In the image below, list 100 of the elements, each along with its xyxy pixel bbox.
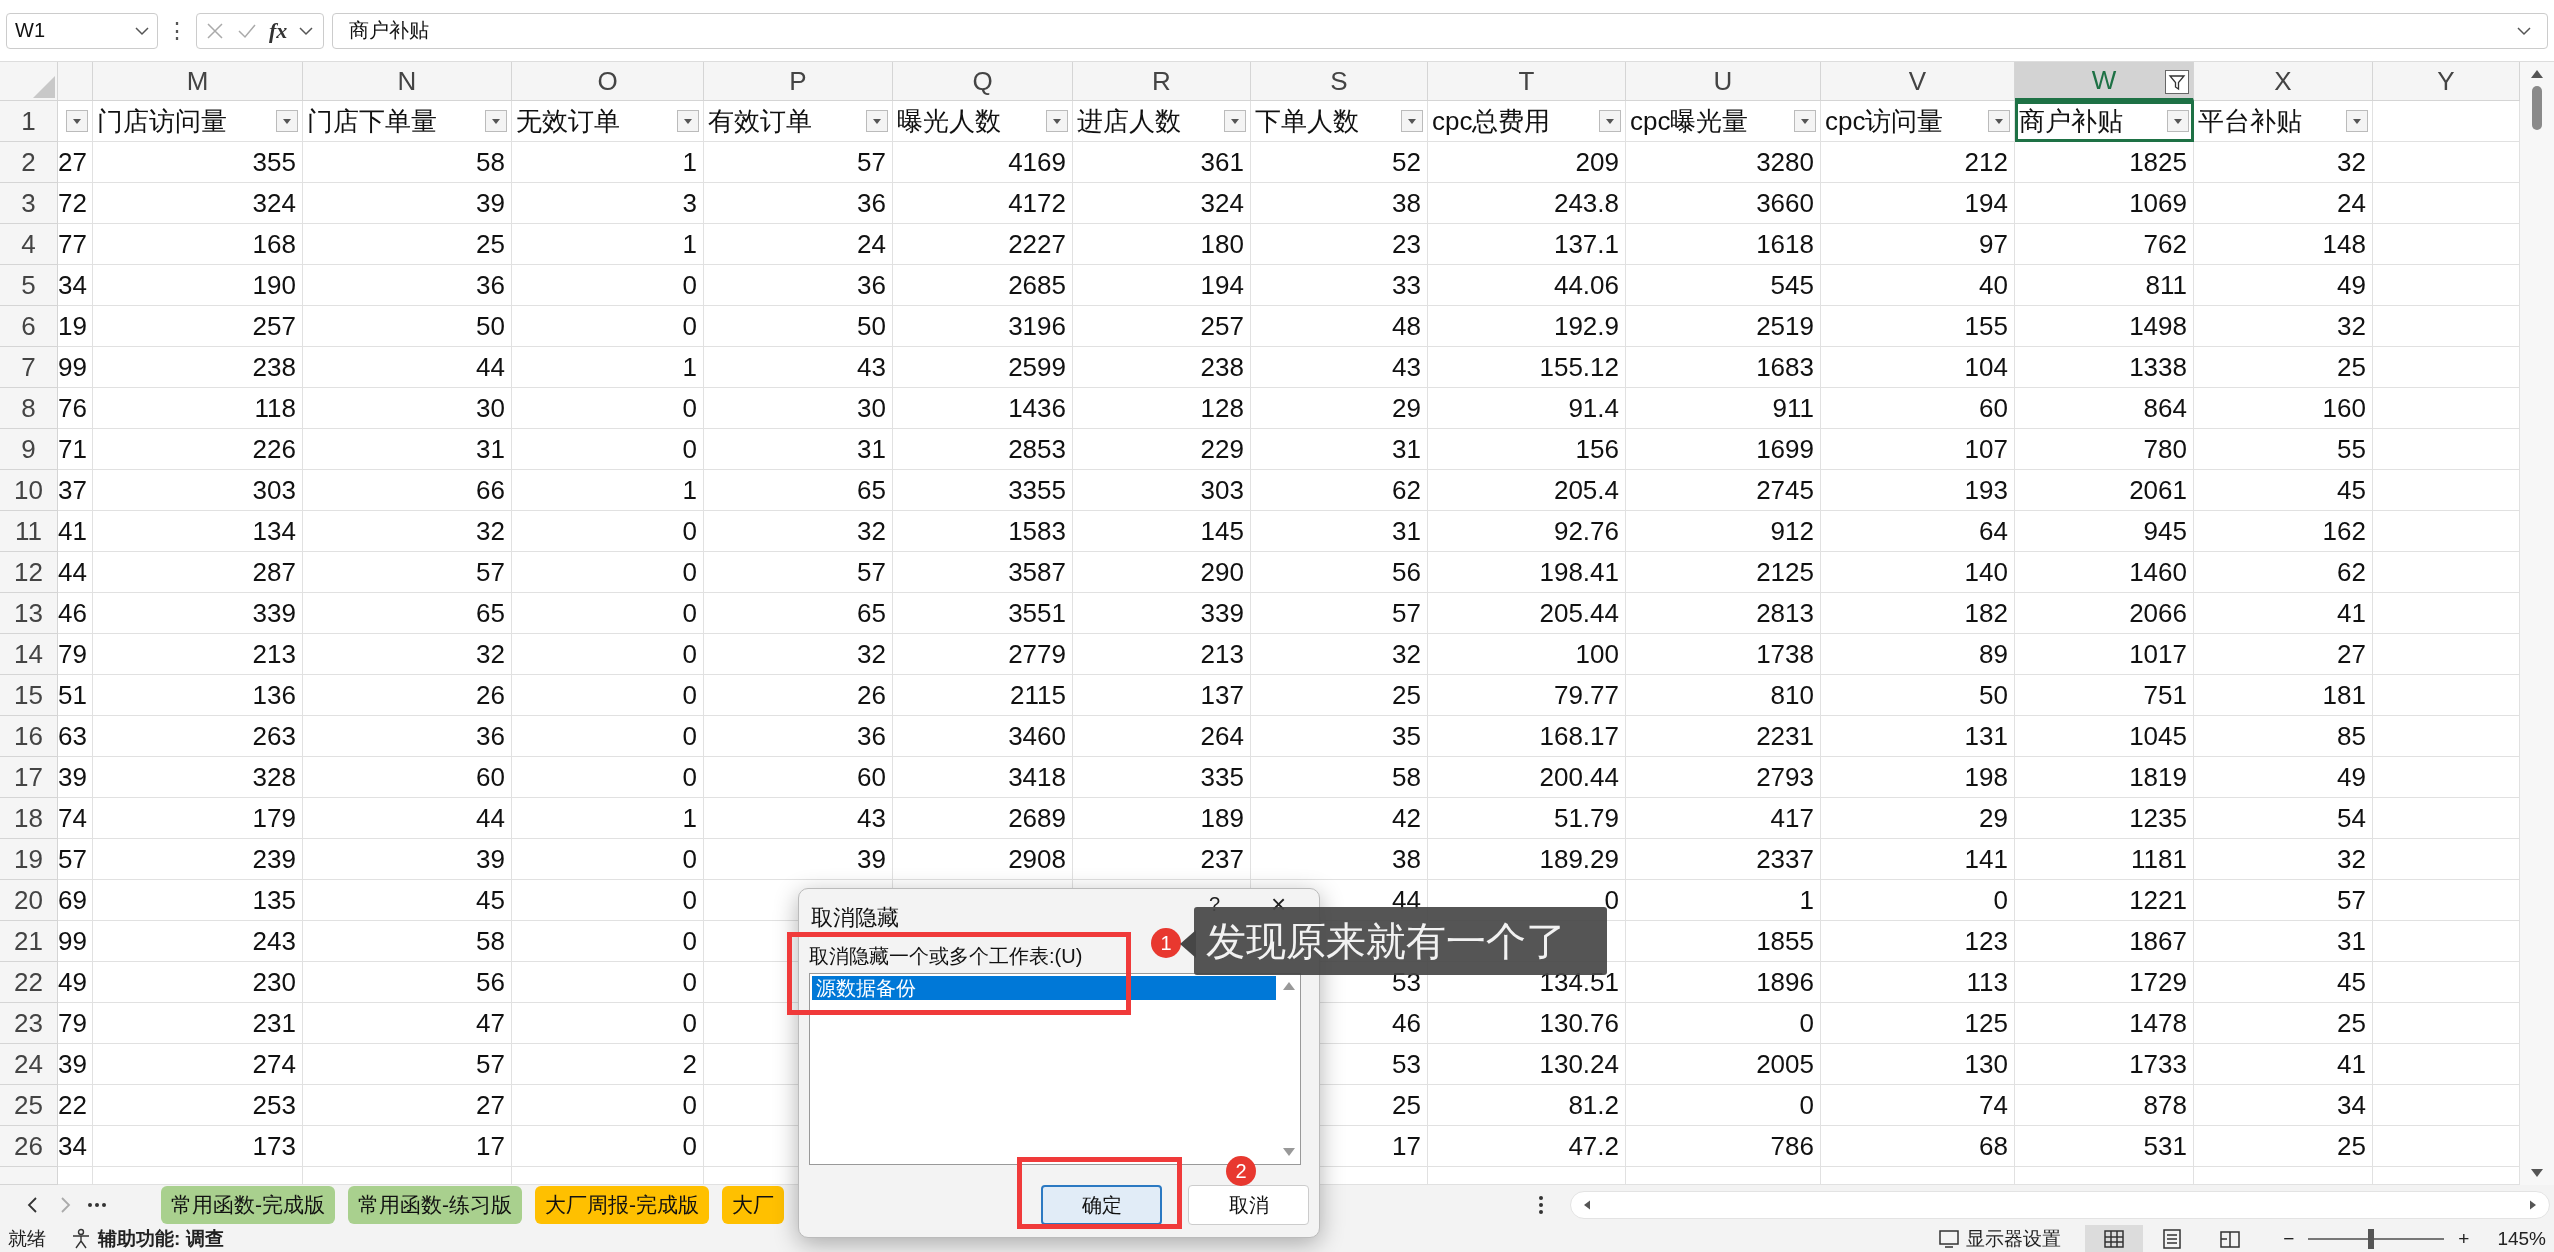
column-header[interactable]: V	[1821, 62, 2015, 101]
table-cell: 74	[58, 798, 93, 839]
horizontal-scrollbar[interactable]	[1570, 1191, 2550, 1219]
more-button[interactable]: ⋮	[166, 17, 188, 44]
header-filter-cell[interactable]	[58, 101, 93, 142]
header-cell[interactable]: cpc总费用	[1428, 101, 1626, 142]
table-cell: 2337	[1626, 839, 1821, 880]
dropdown-icon[interactable]	[2167, 110, 2189, 132]
grid-icon[interactable]	[2103, 1227, 2126, 1250]
zoom-out-button[interactable]: −	[2283, 1227, 2295, 1250]
table-cell: 2908	[893, 839, 1073, 880]
table-cell: 35	[1251, 716, 1428, 757]
display-settings-button[interactable]: 显示器设置	[1966, 1225, 2062, 1252]
header-cell[interactable]: 平台补贴	[2194, 101, 2373, 142]
table-cell: 1235	[2015, 798, 2194, 839]
sheet-tab[interactable]: 常用函数-练习版	[348, 1186, 522, 1224]
table-cell: 34	[2194, 1085, 2373, 1126]
filter-icon[interactable]	[2165, 70, 2189, 94]
expand-icon[interactable]	[2517, 25, 2531, 36]
table-cell: 33	[1251, 265, 1428, 306]
table-cell: 0	[512, 1126, 704, 1167]
table-cell: 79	[58, 1003, 93, 1044]
table-cell: 45	[303, 880, 512, 921]
dropdown-icon[interactable]	[66, 110, 88, 132]
table-cell: 1583	[893, 511, 1073, 552]
header-cell[interactable]: 无效订单	[512, 101, 704, 142]
ok-button[interactable]: 确定	[1041, 1185, 1162, 1225]
dropdown-icon[interactable]	[1794, 110, 1816, 132]
table-cell: 29	[1821, 798, 2015, 839]
scrollbar-thumb[interactable]	[2532, 86, 2542, 130]
sheet-tab[interactable]: 常用函数-完成版	[161, 1186, 335, 1224]
table-cell: 3660	[1626, 183, 1821, 224]
table-cell: 198	[1821, 757, 2015, 798]
page-icon[interactable]	[2161, 1227, 2184, 1250]
header-cell[interactable]: 有效订单	[704, 101, 893, 142]
row-number: 8	[0, 388, 58, 429]
cancel-button[interactable]: 取消	[1188, 1185, 1309, 1225]
dropdown-icon[interactable]	[1988, 110, 2010, 132]
table-cell: 1738	[1626, 634, 1821, 675]
insert-function-button[interactable]: fx	[269, 17, 288, 44]
column-header[interactable]: P	[704, 62, 893, 101]
row-number: 17	[0, 757, 58, 798]
column-header[interactable]: Y	[2373, 62, 2520, 101]
dropdown-icon[interactable]	[1046, 110, 1068, 132]
table-cell: 32	[2194, 142, 2373, 183]
column-header[interactable]: U	[1626, 62, 1821, 101]
header-cell[interactable]: cpc访问量	[1821, 101, 2015, 142]
dropdown-icon[interactable]	[866, 110, 888, 132]
view-button[interactable]	[2085, 1225, 2144, 1252]
table-cell: 160	[2194, 388, 2373, 429]
table-cell: 0	[1626, 1003, 1821, 1044]
sheet-tab[interactable]: 大厂周报-完成版	[535, 1186, 709, 1224]
column-header[interactable]: R	[1073, 62, 1251, 101]
column-header[interactable]: M	[93, 62, 303, 101]
chevron-down-icon[interactable]	[135, 25, 149, 36]
table-cell: 243.8	[1428, 183, 1626, 224]
column-header[interactable]: Q	[893, 62, 1073, 101]
column-header[interactable]: N	[303, 62, 512, 101]
column-header[interactable]: T	[1428, 62, 1626, 101]
table-cell: 58	[303, 142, 512, 183]
sheet-list[interactable]: 源数据备份	[809, 973, 1301, 1165]
table-cell: 339	[1073, 593, 1251, 634]
scroll-down-icon[interactable]	[2529, 1167, 2545, 1179]
list-item[interactable]: 源数据备份	[812, 976, 1276, 1000]
table-cell: 32	[704, 634, 893, 675]
monitor-icon[interactable]	[1938, 1227, 1961, 1250]
header-cell[interactable]: 曝光人数	[893, 101, 1073, 142]
zoom-in-button[interactable]: +	[2458, 1227, 2470, 1250]
dropdown-icon[interactable]	[1599, 110, 1621, 132]
header-cell[interactable]: cpc曝光量	[1626, 101, 1821, 142]
header-cell[interactable]: 门店访问量	[93, 101, 303, 142]
column-header[interactable]: O	[512, 62, 704, 101]
accessibility-status[interactable]: 辅助功能: 调查	[98, 1225, 224, 1252]
sheet-tab[interactable]: 大厂	[722, 1186, 784, 1224]
header-cell[interactable]: 进店人数	[1073, 101, 1251, 142]
slider-thumb[interactable]	[2367, 1228, 2374, 1249]
dropdown-icon[interactable]	[1401, 110, 1423, 132]
column-header[interactable]: S	[1251, 62, 1428, 101]
table-cell: 27	[58, 142, 93, 183]
dropdown-icon[interactable]	[677, 110, 699, 132]
formula-field[interactable]: 商户补贴	[332, 12, 2548, 49]
name-box[interactable]: W1	[6, 12, 158, 49]
zoom-percent[interactable]: 145%	[2497, 1227, 2546, 1250]
row-number: 3	[0, 183, 58, 224]
dropdown-icon[interactable]	[276, 110, 298, 132]
chevron-down-icon[interactable]	[299, 25, 314, 36]
dropdown-icon[interactable]	[485, 110, 507, 132]
header-cell[interactable]: 下单人数	[1251, 101, 1428, 142]
table-cell: 878	[2015, 1085, 2194, 1126]
table-cell: 54	[2194, 798, 2373, 839]
table-cell: 25	[303, 224, 512, 265]
column-header[interactable]: X	[2194, 62, 2373, 101]
accessibility-icon[interactable]	[70, 1227, 92, 1250]
header-cell[interactable]: 门店下单量	[303, 101, 512, 142]
dropdown-icon[interactable]	[1224, 110, 1246, 132]
table-cell: 31	[1251, 511, 1428, 552]
header-cell[interactable]: 商户补贴	[2015, 101, 2194, 142]
scroll-up-icon[interactable]	[2529, 68, 2545, 80]
dropdown-icon[interactable]	[2346, 110, 2368, 132]
column-header[interactable]: W	[2015, 62, 2194, 101]
